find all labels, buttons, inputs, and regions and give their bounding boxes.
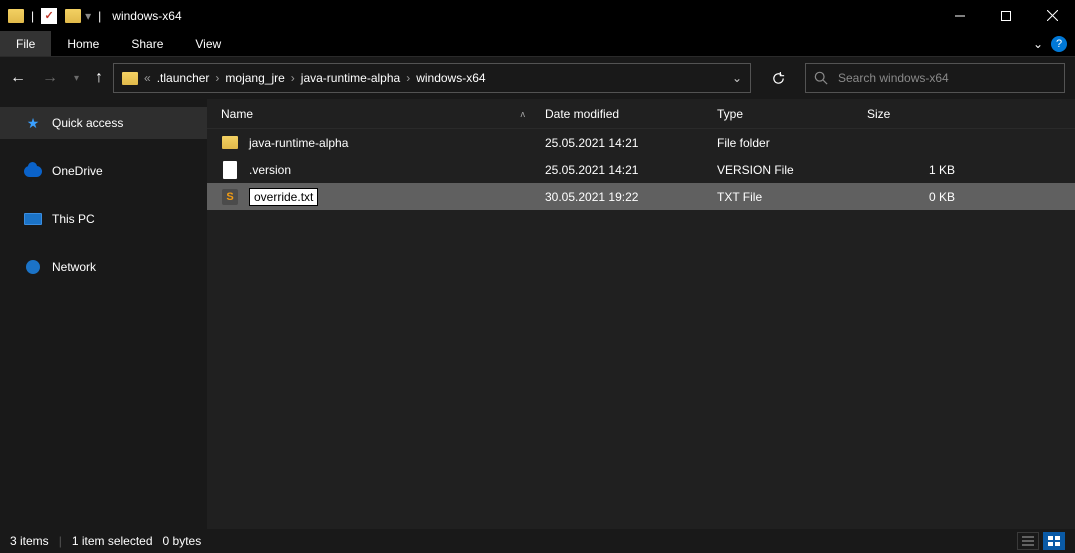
breadcrumb[interactable]: java-runtime-alpha bbox=[301, 71, 400, 85]
search-icon bbox=[814, 71, 828, 85]
file-name: java-runtime-alpha bbox=[249, 136, 348, 150]
tab-home[interactable]: Home bbox=[51, 31, 115, 56]
file-list: Name ʌ Date modified Type Size java-runt… bbox=[207, 99, 1075, 529]
qat-separator: | bbox=[31, 9, 34, 23]
expand-ribbon-icon[interactable]: ⌄ bbox=[1033, 37, 1043, 51]
rename-input[interactable]: override.txt bbox=[249, 188, 318, 206]
close-button[interactable] bbox=[1029, 0, 1075, 31]
network-icon bbox=[24, 258, 42, 276]
file-type: TXT File bbox=[717, 190, 867, 204]
table-row[interactable]: .version 25.05.2021 14:21 VERSION File 1… bbox=[207, 156, 1075, 183]
file-type: File folder bbox=[717, 136, 867, 150]
sidebar-item-label: Quick access bbox=[52, 116, 123, 130]
sidebar-item-network[interactable]: Network bbox=[0, 251, 207, 283]
folder-icon bbox=[8, 9, 24, 23]
breadcrumb[interactable]: .tlauncher bbox=[157, 71, 210, 85]
table-row[interactable]: java-runtime-alpha 25.05.2021 14:21 File… bbox=[207, 129, 1075, 156]
forward-button[interactable]: → bbox=[42, 69, 58, 87]
file-size: 1 KB bbox=[867, 163, 967, 177]
file-type: VERSION File bbox=[717, 163, 867, 177]
file-date: 25.05.2021 14:21 bbox=[545, 136, 717, 150]
properties-icon[interactable]: ✓ bbox=[41, 8, 57, 24]
chevron-right-icon[interactable]: › bbox=[406, 71, 410, 85]
sidebar-item-quick-access[interactable]: ★ Quick access bbox=[0, 107, 207, 139]
file-tab[interactable]: File bbox=[0, 31, 51, 56]
status-bar: 3 items | 1 item selected 0 bytes bbox=[0, 529, 1075, 553]
back-button[interactable]: ← bbox=[10, 69, 26, 87]
search-input[interactable]: Search windows-x64 bbox=[805, 63, 1065, 93]
thumbnails-view-button[interactable] bbox=[1043, 532, 1065, 550]
folder-icon bbox=[122, 72, 138, 85]
cloud-icon bbox=[24, 162, 42, 180]
qat-separator: | bbox=[98, 9, 101, 23]
column-header-size[interactable]: Size bbox=[867, 107, 967, 121]
chevron-right-icon[interactable]: « bbox=[144, 71, 151, 85]
status-selected-size: 0 bytes bbox=[163, 534, 202, 548]
navigation-pane: ★ Quick access OneDrive This PC Network bbox=[0, 99, 207, 529]
address-bar[interactable]: « .tlauncher › mojang_jre › java-runtime… bbox=[113, 63, 751, 93]
chevron-right-icon[interactable]: › bbox=[291, 71, 295, 85]
title-bar: | ✓ ▾ | windows-x64 bbox=[0, 0, 1075, 31]
details-view-button[interactable] bbox=[1017, 532, 1039, 550]
up-button[interactable]: ↑ bbox=[95, 69, 103, 87]
sidebar-item-label: Network bbox=[52, 260, 96, 274]
chevron-right-icon[interactable]: › bbox=[215, 71, 219, 85]
file-name: .version bbox=[249, 163, 291, 177]
sidebar-item-this-pc[interactable]: This PC bbox=[0, 203, 207, 235]
document-icon bbox=[221, 161, 239, 179]
qat-dropdown-icon[interactable]: ▾ bbox=[85, 9, 91, 23]
window-title: windows-x64 bbox=[112, 9, 181, 23]
text-file-icon: S bbox=[221, 188, 239, 206]
table-row[interactable]: S override.txt 30.05.2021 19:22 TXT File… bbox=[207, 183, 1075, 210]
file-date: 25.05.2021 14:21 bbox=[545, 163, 717, 177]
column-header-name[interactable]: Name ʌ bbox=[221, 107, 545, 121]
tab-share[interactable]: Share bbox=[115, 31, 179, 56]
star-icon: ★ bbox=[24, 114, 42, 132]
file-size: 0 KB bbox=[867, 190, 967, 204]
refresh-button[interactable] bbox=[761, 63, 795, 93]
sidebar-item-onedrive[interactable]: OneDrive bbox=[0, 155, 207, 187]
minimize-button[interactable] bbox=[937, 0, 983, 31]
help-button[interactable]: ? bbox=[1051, 36, 1067, 52]
pc-icon bbox=[24, 210, 42, 228]
breadcrumb[interactable]: mojang_jre bbox=[225, 71, 284, 85]
search-placeholder: Search windows-x64 bbox=[838, 71, 949, 85]
quick-access-toolbar: | ✓ ▾ | bbox=[0, 8, 106, 24]
status-item-count: 3 items bbox=[10, 534, 49, 548]
recent-locations-icon[interactable]: ▾ bbox=[74, 73, 79, 84]
sidebar-item-label: OneDrive bbox=[52, 164, 103, 178]
navigation-bar: ← → ▾ ↑ « .tlauncher › mojang_jre › java… bbox=[0, 57, 1075, 99]
column-header-type[interactable]: Type bbox=[717, 107, 867, 121]
ribbon-tabs: File Home Share View ⌄ ? bbox=[0, 31, 1075, 57]
breadcrumb[interactable]: windows-x64 bbox=[416, 71, 485, 85]
sort-indicator-icon: ʌ bbox=[521, 109, 526, 119]
column-headers: Name ʌ Date modified Type Size bbox=[207, 99, 1075, 129]
maximize-button[interactable] bbox=[983, 0, 1029, 31]
file-date: 30.05.2021 19:22 bbox=[545, 190, 717, 204]
status-selected-count: 1 item selected bbox=[72, 534, 153, 548]
tab-view[interactable]: View bbox=[179, 31, 237, 56]
address-dropdown-icon[interactable]: ⌄ bbox=[732, 71, 742, 85]
folder-icon bbox=[221, 134, 239, 152]
column-header-date[interactable]: Date modified bbox=[545, 107, 717, 121]
folder-icon bbox=[65, 9, 81, 23]
sidebar-item-label: This PC bbox=[52, 212, 95, 226]
